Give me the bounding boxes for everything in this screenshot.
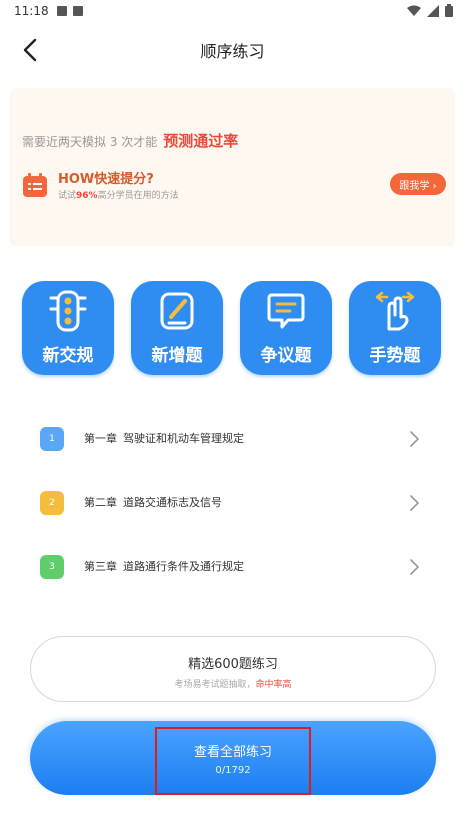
image-notification-icon (56, 6, 67, 16)
chevron-right-icon (410, 431, 420, 447)
chapter-badge: 2 (40, 491, 64, 515)
category-disputed-questions[interactable]: 争议题 (240, 281, 332, 375)
chapter-badge: 1 (40, 427, 64, 451)
select-600-subtitle: 考场易考试题抽取，命中率高 (31, 677, 435, 690)
battery-icon (445, 4, 453, 17)
predict-pass-rate-label[interactable]: 预测通过率 (163, 130, 238, 151)
category-gesture-questions[interactable]: 手势题 (349, 281, 441, 375)
select-600-sub-highlight: 命中率高 (255, 680, 292, 690)
chapter-number: 第二章 (84, 496, 117, 509)
promo-card: 需要近两天模拟 3 次才能 预测通过率 HOW快速提分? 试试96%高分学员在用… (10, 88, 455, 246)
chapter-badge: 3 (40, 555, 64, 579)
select-600-sub-prefix: 考场易考试题抽取， (174, 680, 256, 690)
traffic-light-icon (49, 290, 87, 332)
chapter-title: 道路通行条件及通行规定 (123, 560, 244, 573)
edit-icon (160, 292, 194, 330)
promo-hint: 需要近两天模拟 3 次才能 (22, 135, 158, 149)
chapter-item-1[interactable]: 1 第一章 驾驶证和机动车管理规定 (0, 414, 465, 464)
promo-sub-prefix: 试试 (58, 191, 77, 201)
select-600-button[interactable]: 精选600题练习 考场易考试题抽取，命中率高 (30, 636, 436, 702)
hand-gesture-icon (375, 291, 415, 331)
select-600-title: 精选600题练习 (188, 657, 278, 672)
promo-headline: HOW快速提分? (58, 172, 154, 187)
status-bar: 11:18 (0, 0, 465, 22)
category-label: 手势题 (369, 346, 421, 366)
chevron-right-icon (410, 495, 420, 511)
signal-icon (427, 4, 439, 17)
chapter-item-2[interactable]: 2 第二章 道路交通标志及信号 (0, 478, 465, 528)
category-new-rules[interactable]: 新交规 (22, 281, 114, 375)
app-notification-icon (72, 6, 83, 16)
promo-rate-line: 需要近两天模拟 3 次才能 预测通过率 (22, 130, 238, 151)
highlight-box (155, 727, 311, 795)
chapter-text: 第一章 驾驶证和机动车管理规定 (84, 430, 244, 446)
chapter-title: 驾驶证和机动车管理规定 (123, 432, 244, 445)
chapter-text: 第三章 道路通行条件及通行规定 (84, 558, 244, 574)
status-right (407, 4, 453, 17)
calendar-list-icon (23, 173, 47, 197)
chapter-title: 道路交通标志及信号 (123, 496, 222, 509)
chat-icon (267, 293, 305, 329)
chapter-number: 第三章 (84, 560, 117, 573)
follow-me-button[interactable]: 跟我学 › (390, 173, 446, 195)
wifi-icon (407, 5, 421, 16)
promo-subtext: 试试96%高分学员在用的方法 (58, 188, 179, 201)
status-time: 11:18 (14, 4, 49, 18)
chapter-number: 第一章 (84, 432, 117, 445)
chapter-item-3[interactable]: 3 第三章 道路通行条件及通行规定 (0, 542, 465, 592)
nav-bar: 顺序练习 (0, 22, 465, 78)
page-title: 顺序练习 (200, 42, 265, 61)
category-row: 新交规 新增题 争议题 手势题 (22, 281, 446, 375)
category-label: 新交规 (42, 346, 94, 366)
category-new-questions[interactable]: 新增题 (131, 281, 223, 375)
promo-sub-highlight: 96% (76, 191, 98, 201)
view-all-practice-button[interactable]: 查看全部练习 0/1792 (30, 721, 436, 795)
chapter-text: 第二章 道路交通标志及信号 (84, 494, 222, 510)
promo-sub-suffix: 高分学员在用的方法 (97, 191, 179, 201)
category-label: 新增题 (151, 346, 203, 366)
category-label: 争议题 (260, 346, 312, 366)
chevron-right-icon (410, 559, 420, 575)
